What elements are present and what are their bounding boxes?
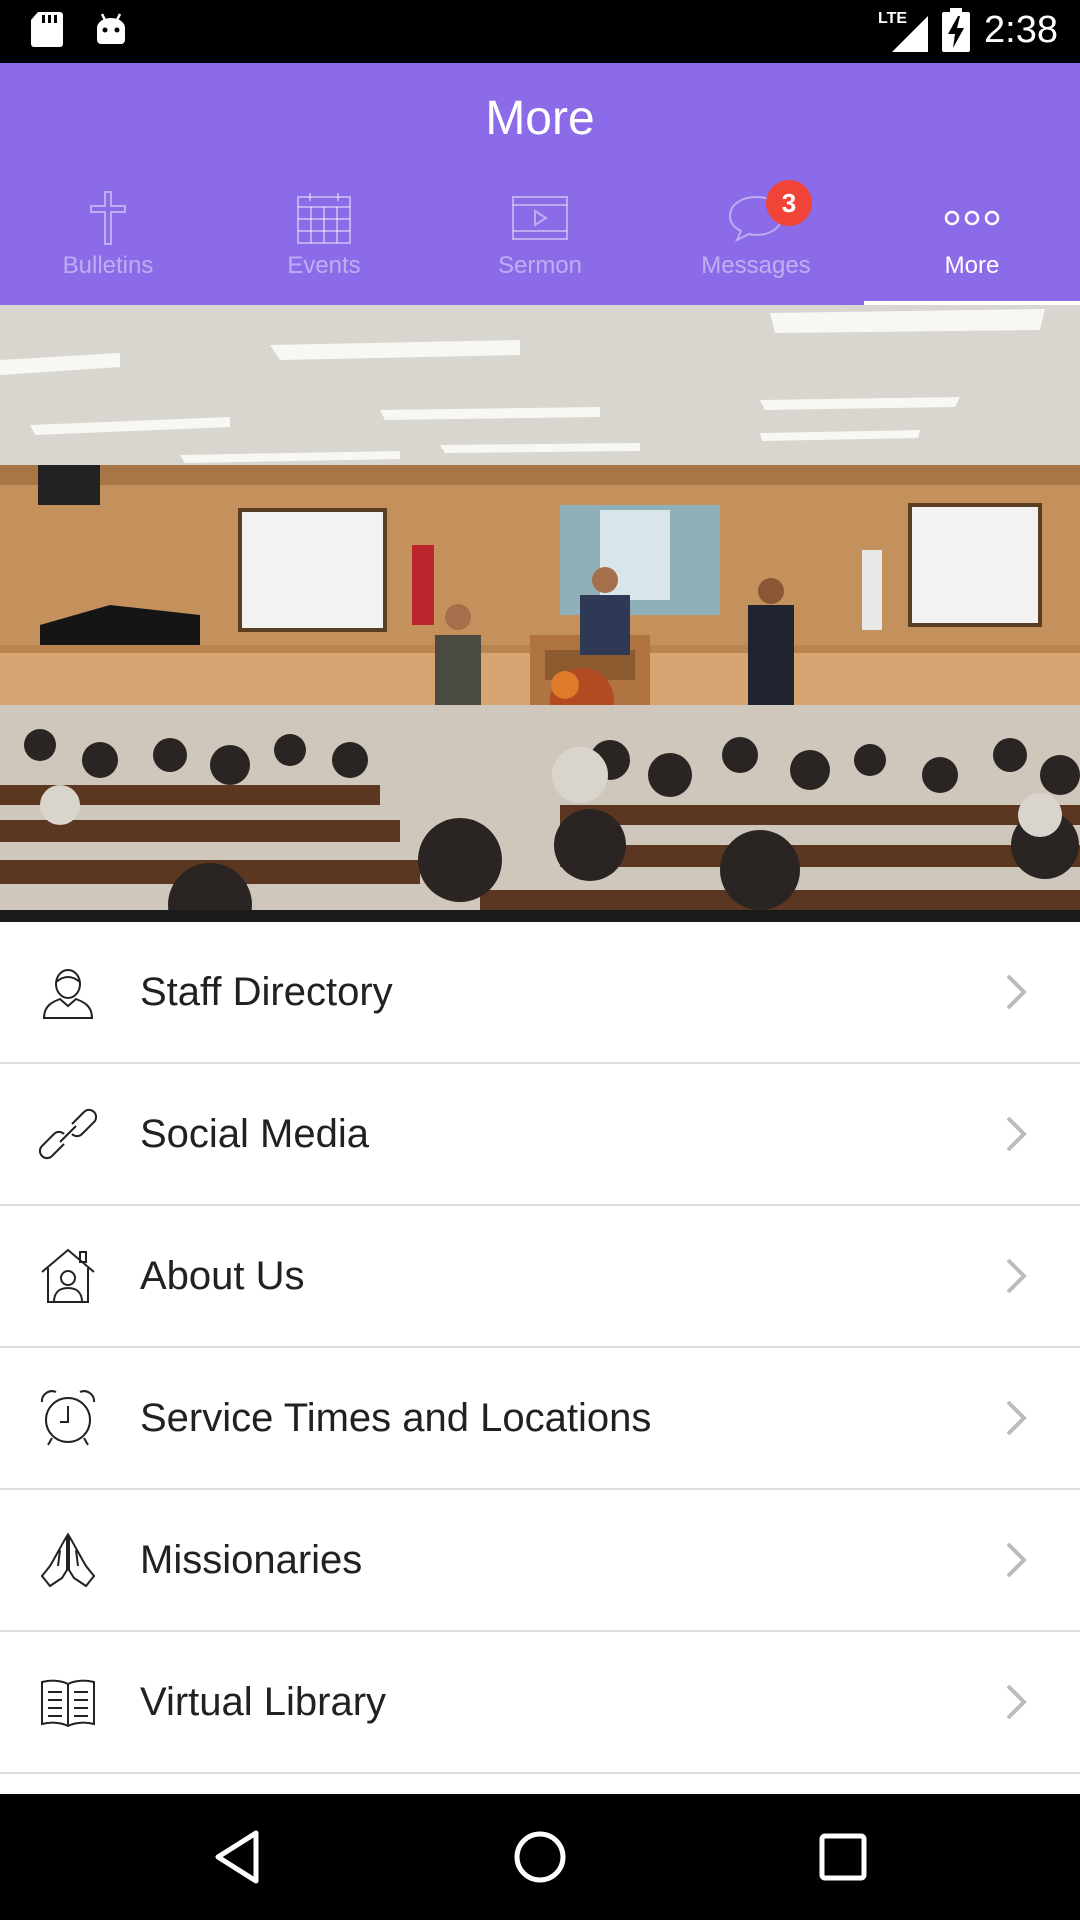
menu-item-label: Staff Directory bbox=[140, 969, 393, 1014]
menu-item-staff-directory[interactable]: Staff Directory bbox=[0, 922, 1080, 1064]
more-menu-list: Staff Directory Social Media About Us Se… bbox=[0, 922, 1080, 1774]
menu-item-missionaries[interactable]: Missionaries bbox=[0, 1490, 1080, 1632]
unread-badge: 3 bbox=[766, 180, 812, 226]
chevron-right-icon bbox=[1006, 974, 1027, 1010]
tab-label: Events bbox=[287, 252, 361, 279]
chevron-right-icon bbox=[1006, 1116, 1027, 1152]
menu-item-label: Virtual Library bbox=[140, 1679, 387, 1724]
tab-label: Sermon bbox=[497, 252, 583, 279]
chevron-right-icon bbox=[1006, 1258, 1027, 1294]
chevron-right-icon bbox=[1006, 1542, 1027, 1578]
tab-bar: Bulletins Events Sermon Messages 3 More bbox=[0, 178, 1080, 305]
menu-item-label: Service Times and Locations bbox=[140, 1395, 652, 1440]
menu-item-virtual-library[interactable]: Virtual Library bbox=[0, 1632, 1080, 1774]
hero-image bbox=[0, 305, 1080, 922]
open-book-icon bbox=[41, 1679, 95, 1728]
recent-apps-icon[interactable] bbox=[813, 1827, 873, 1887]
chevron-right-icon bbox=[1006, 1400, 1027, 1436]
system-nav-bar bbox=[0, 1794, 1080, 1920]
tab-sermon[interactable]: Sermon bbox=[432, 178, 648, 305]
tab-messages[interactable]: Messages 3 bbox=[648, 178, 864, 305]
link-icon bbox=[38, 1108, 98, 1160]
tab-label: Messages bbox=[701, 252, 811, 279]
tab-more[interactable]: More bbox=[864, 178, 1080, 305]
tab-label: More bbox=[944, 252, 1000, 279]
android-icon bbox=[97, 13, 125, 44]
tab-bulletins[interactable]: Bulletins bbox=[0, 178, 216, 305]
page-title: More bbox=[485, 92, 595, 145]
video-icon bbox=[512, 196, 568, 240]
church-photo bbox=[0, 305, 1080, 922]
more-dots-icon bbox=[944, 210, 1000, 226]
menu-item-label: About Us bbox=[140, 1253, 305, 1298]
menu-item-label: Social Media bbox=[140, 1111, 370, 1156]
status-bar: LTE 2:38 bbox=[0, 0, 1080, 63]
alarm-clock-icon bbox=[40, 1390, 96, 1446]
cross-icon bbox=[90, 191, 126, 245]
home-icon[interactable] bbox=[510, 1827, 570, 1887]
sd-card-icon bbox=[31, 12, 63, 47]
app-header: More Bulletins Events Sermon Messages 3 … bbox=[0, 63, 1080, 305]
person-icon bbox=[42, 969, 94, 1019]
battery-charging-icon bbox=[942, 8, 971, 52]
menu-item-about-us[interactable]: About Us bbox=[0, 1206, 1080, 1348]
tab-label: Bulletins bbox=[62, 252, 154, 279]
house-person-icon bbox=[41, 1248, 95, 1303]
menu-item-label: Missionaries bbox=[140, 1537, 363, 1582]
calendar-icon bbox=[297, 193, 351, 244]
signal-icon: LTE bbox=[878, 8, 929, 52]
tab-events[interactable]: Events bbox=[216, 178, 432, 305]
chevron-right-icon bbox=[1006, 1684, 1027, 1720]
clock: 2:38 bbox=[984, 8, 1058, 51]
praying-hands-icon bbox=[40, 1532, 96, 1588]
menu-item-social-media[interactable]: Social Media bbox=[0, 1064, 1080, 1206]
back-icon[interactable] bbox=[210, 1827, 270, 1887]
menu-item-service-times[interactable]: Service Times and Locations bbox=[0, 1348, 1080, 1490]
